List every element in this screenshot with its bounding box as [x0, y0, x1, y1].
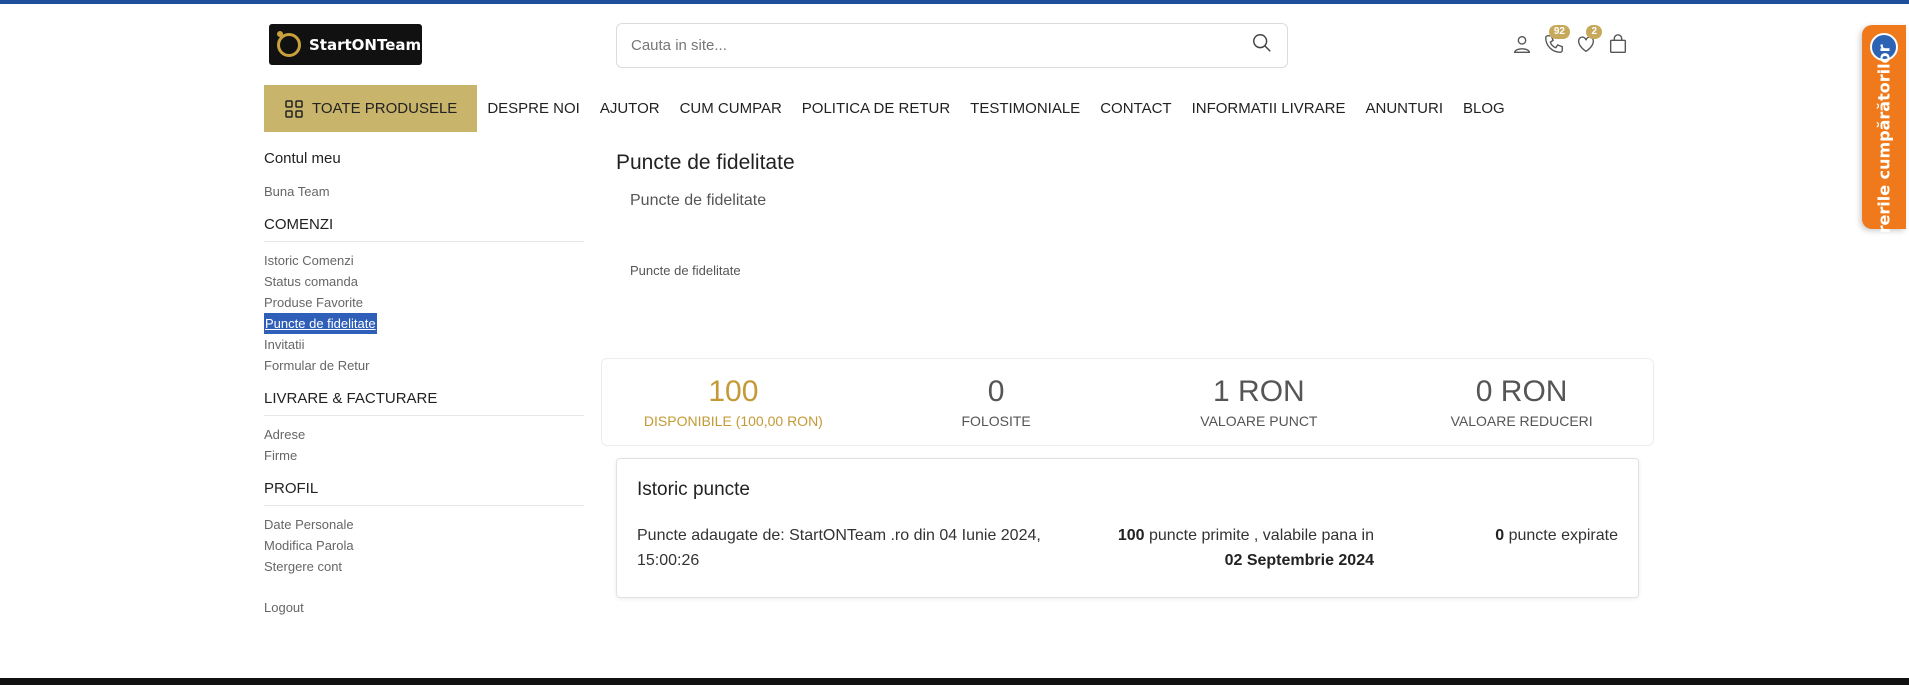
points-history-card: Istoric puncte Puncte adaugate de: Start…	[616, 458, 1639, 598]
nav-item-contact[interactable]: CONTACT	[1100, 100, 1171, 117]
sidebar-heading-profile: PROFIL	[264, 480, 584, 506]
sidebar-item-modifica-parola[interactable]: Modifica Parola	[264, 535, 584, 556]
page-title: Puncte de fidelitate	[616, 151, 795, 174]
nav-item-ajutor[interactable]: AJUTOR	[600, 100, 660, 117]
section-subtitle: Puncte de fidelitate	[630, 192, 767, 209]
phone-badge: 92	[1548, 25, 1570, 39]
stat-used-value: 0	[987, 375, 1005, 408]
all-products-button[interactable]: TOATE PRODUSELE	[264, 85, 478, 132]
all-products-label: TOATE PRODUSELE	[312, 100, 458, 117]
grid-icon	[285, 99, 303, 118]
account-sidebar: Contul meu Buna Team COMENZI Istoric Com…	[264, 150, 584, 618]
sidebar-item-firme[interactable]: Firme	[264, 445, 584, 466]
nav-item-informatii-livrare[interactable]: INFORMATII LIVRARE	[1192, 100, 1346, 117]
stat-used-label: FOLOSITE	[961, 413, 1031, 429]
sidebar-item-puncte-fidelitate-label: Puncte de fidelitate	[264, 313, 377, 334]
history-points-value: 100	[1117, 527, 1145, 544]
main-nav: TOATE PRODUSELE DESPRE NOI AJUTOR CUM CU…	[264, 85, 1525, 132]
cart-bag-icon[interactable]	[1604, 30, 1632, 58]
history-points-received: 100 puncte primite , valabile pana in 02…	[1117, 523, 1374, 573]
history-description: Puncte adaugate de: StartONTeam .ro din …	[637, 527, 1041, 569]
stat-used: 0 FOLOSITE	[865, 359, 1128, 445]
nav-item-politica-de-retur[interactable]: POLITICA DE RETUR	[802, 100, 950, 117]
history-points-text: puncte primite , valabile pana in	[1148, 527, 1374, 544]
account-icon[interactable]	[1508, 30, 1536, 58]
history-valid-until: 02 Septembrie 2024	[1224, 552, 1374, 569]
nav-item-cum-cumpar[interactable]: CUM CUMPAR	[680, 100, 782, 117]
sidebar-item-stergere-cont[interactable]: Stergere cont	[264, 556, 584, 577]
nav-item-anunturi[interactable]: ANUNTURI	[1365, 100, 1443, 117]
sidebar-item-status-comanda[interactable]: Status comanda	[264, 271, 584, 292]
history-points-expired: 0 puncte expirate	[1495, 523, 1618, 548]
stat-discount-value: 0 RON VALOARE REDUCERI	[1390, 359, 1653, 445]
search-bar	[616, 23, 1288, 68]
sidebar-item-istoric-comenzi[interactable]: Istoric Comenzi	[264, 250, 584, 271]
wishlist-heart-icon[interactable]: 2	[1572, 25, 1602, 58]
site-logo[interactable]: StartONTeam	[269, 24, 422, 65]
stat-discount-value-value: 0 RON	[1475, 375, 1568, 408]
logo-text: StartONTeam	[309, 35, 422, 54]
stat-available-value: 100	[708, 375, 759, 408]
sidebar-item-invitatii[interactable]: Invitatii	[264, 334, 584, 355]
sidebar-heading-shipping: LIVRARE & FACTURARE	[264, 390, 584, 416]
phone-icon[interactable]: 92	[1540, 25, 1570, 58]
stat-point-value-label: VALOARE PUNCT	[1200, 413, 1318, 429]
points-stats-panel: 100 DISPONIBILE (100,00 RON) 0 FOLOSITE …	[601, 358, 1654, 446]
stat-available-label: DISPONIBILE (100,00 RON)	[643, 413, 823, 429]
stat-point-value: 1 RON VALOARE PUNCT	[1128, 359, 1391, 445]
nav-item-despre-noi[interactable]: DESPRE NOI	[487, 100, 580, 117]
history-expired-value: 0	[1495, 527, 1505, 544]
footer-bar	[0, 678, 1909, 685]
section-subtitle-small: Puncte de fidelitate	[630, 263, 741, 278]
header-icons: 92 2	[1508, 25, 1636, 58]
sidebar-item-puncte-fidelitate[interactable]: Puncte de fidelitate	[264, 313, 584, 334]
search-icon[interactable]	[1251, 32, 1273, 59]
sidebar-item-date-personale[interactable]: Date Personale	[264, 514, 584, 535]
top-accent-bar	[0, 0, 1909, 4]
search-input[interactable]	[631, 37, 1251, 54]
sidebar-greeting[interactable]: Buna Team	[264, 181, 584, 202]
stat-discount-value-label: VALOARE REDUCERI	[1450, 413, 1593, 429]
logo-mark-icon	[277, 30, 301, 57]
stat-point-value-value: 1 RON	[1213, 375, 1305, 408]
reviews-side-tab-label: Parerile cumpărătorilor	[1874, 44, 1894, 256]
sidebar-item-formular-retur[interactable]: Formular de Retur	[264, 355, 584, 376]
sidebar-title: Contul meu	[264, 150, 341, 167]
nav-item-testimoniale[interactable]: TESTIMONIALE	[970, 100, 1080, 117]
sidebar-item-adrese[interactable]: Adrese	[264, 424, 584, 445]
history-title: Istoric puncte	[637, 479, 750, 500]
nav-item-blog[interactable]: BLOG	[1463, 100, 1505, 117]
sidebar-heading-orders: COMENZI	[264, 216, 584, 242]
logout-link[interactable]: Logout	[264, 597, 584, 618]
history-expired-text: puncte expirate	[1508, 527, 1618, 544]
stat-available: 100 DISPONIBILE (100,00 RON)	[602, 359, 865, 445]
sidebar-item-produse-favorite[interactable]: Produse Favorite	[264, 292, 584, 313]
wishlist-badge: 2	[1586, 25, 1602, 39]
reviews-side-tab[interactable]: Parerile cumpărătorilor	[1862, 25, 1906, 255]
